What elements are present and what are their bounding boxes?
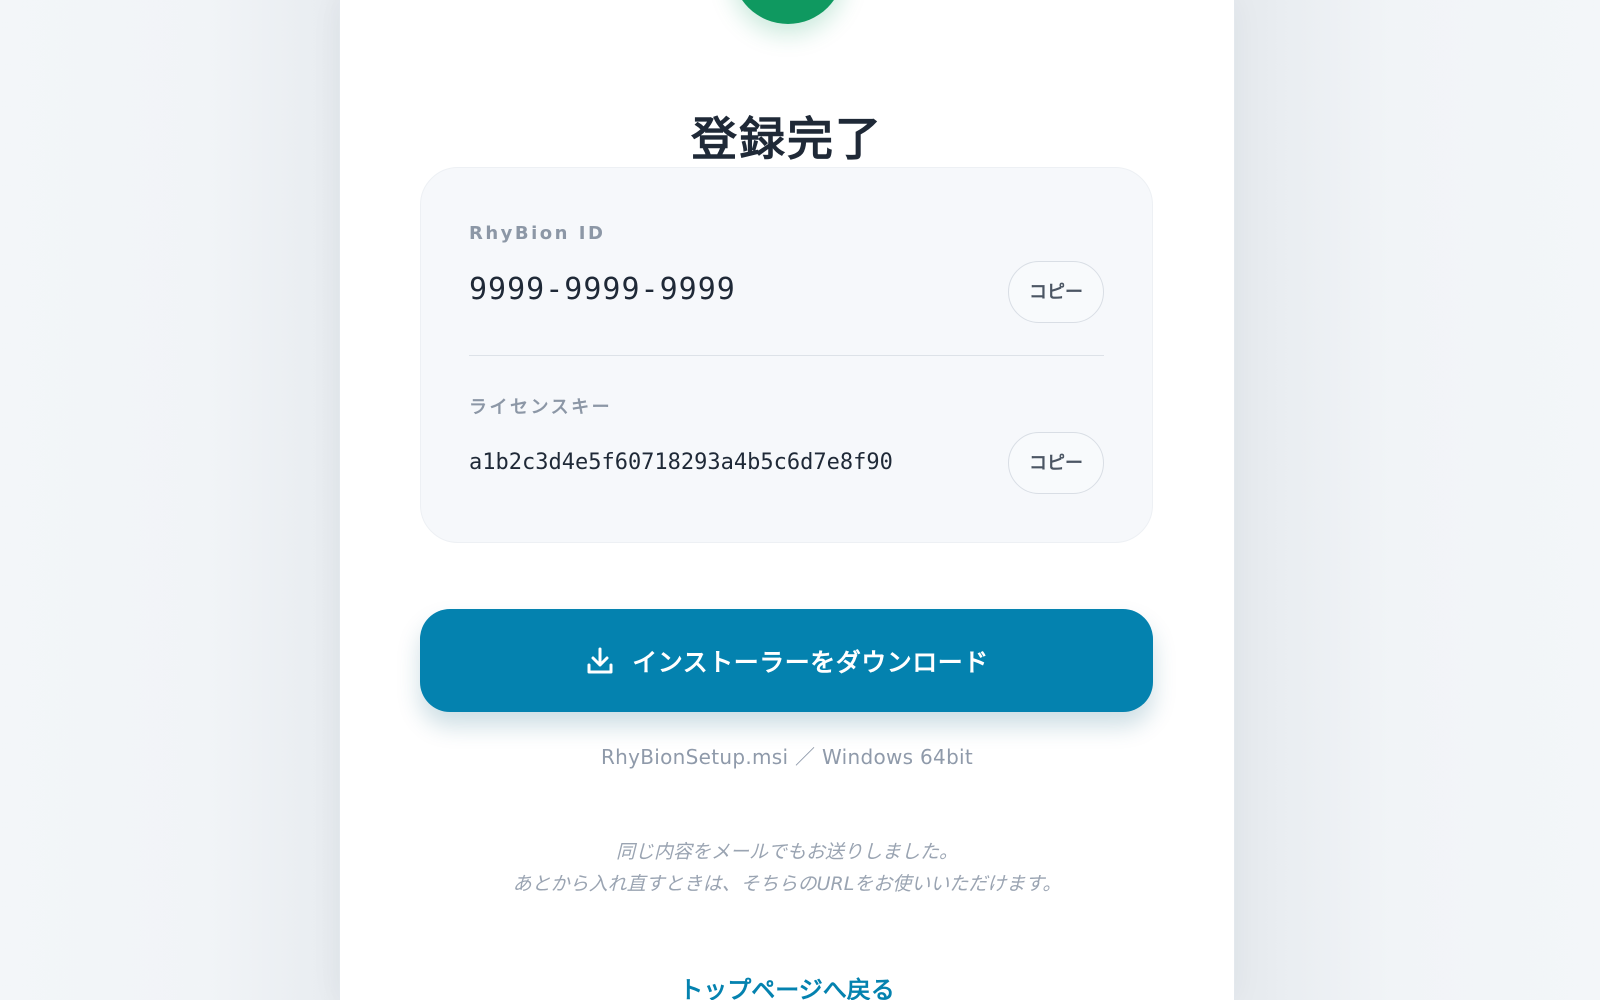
email-note-line-2: あとから入れ直すときは、そちらのURLをお使いいただけます。 (512, 873, 1062, 895)
email-note-line-1: 同じ内容をメールでもお送りしました。 (615, 841, 958, 863)
download-icon (587, 647, 613, 673)
copy-rhybion-id-button[interactable]: コピー (1008, 261, 1104, 323)
rhybion-id-value: 9999-9999-9999 (469, 272, 736, 307)
rhybion-id-label: RhyBion ID (469, 223, 606, 244)
field-divider (469, 355, 1104, 356)
email-note: 同じ内容をメールでもお送りしました。 あとから入れ直すときは、そちらのURLをお… (340, 836, 1234, 900)
success-badge-icon (732, 0, 844, 24)
copy-license-key-button[interactable]: コピー (1008, 432, 1104, 494)
installer-file-info: RhyBionSetup.msi ／ Windows 64bit (600, 745, 974, 769)
license-key-label: ライセンスキー (469, 397, 613, 418)
back-to-top-link[interactable]: トップページへ戻る (340, 970, 1234, 1000)
credentials-panel: RhyBion ID 9999-9999-9999 コピー ライセンスキー a1… (420, 167, 1153, 543)
download-installer-button[interactable]: インストーラーをダウンロード (420, 609, 1153, 712)
download-installer-label: インストーラーをダウンロード (632, 647, 989, 677)
license-key-value: a1b2c3d4e5f60718293a4b5c6d7e8f90 (469, 450, 893, 475)
registration-complete-card: 登録完了 RhyBion ID 9999-9999-9999 コピー ライセンス… (340, 0, 1234, 1000)
page-title: 登録完了 (691, 111, 883, 166)
